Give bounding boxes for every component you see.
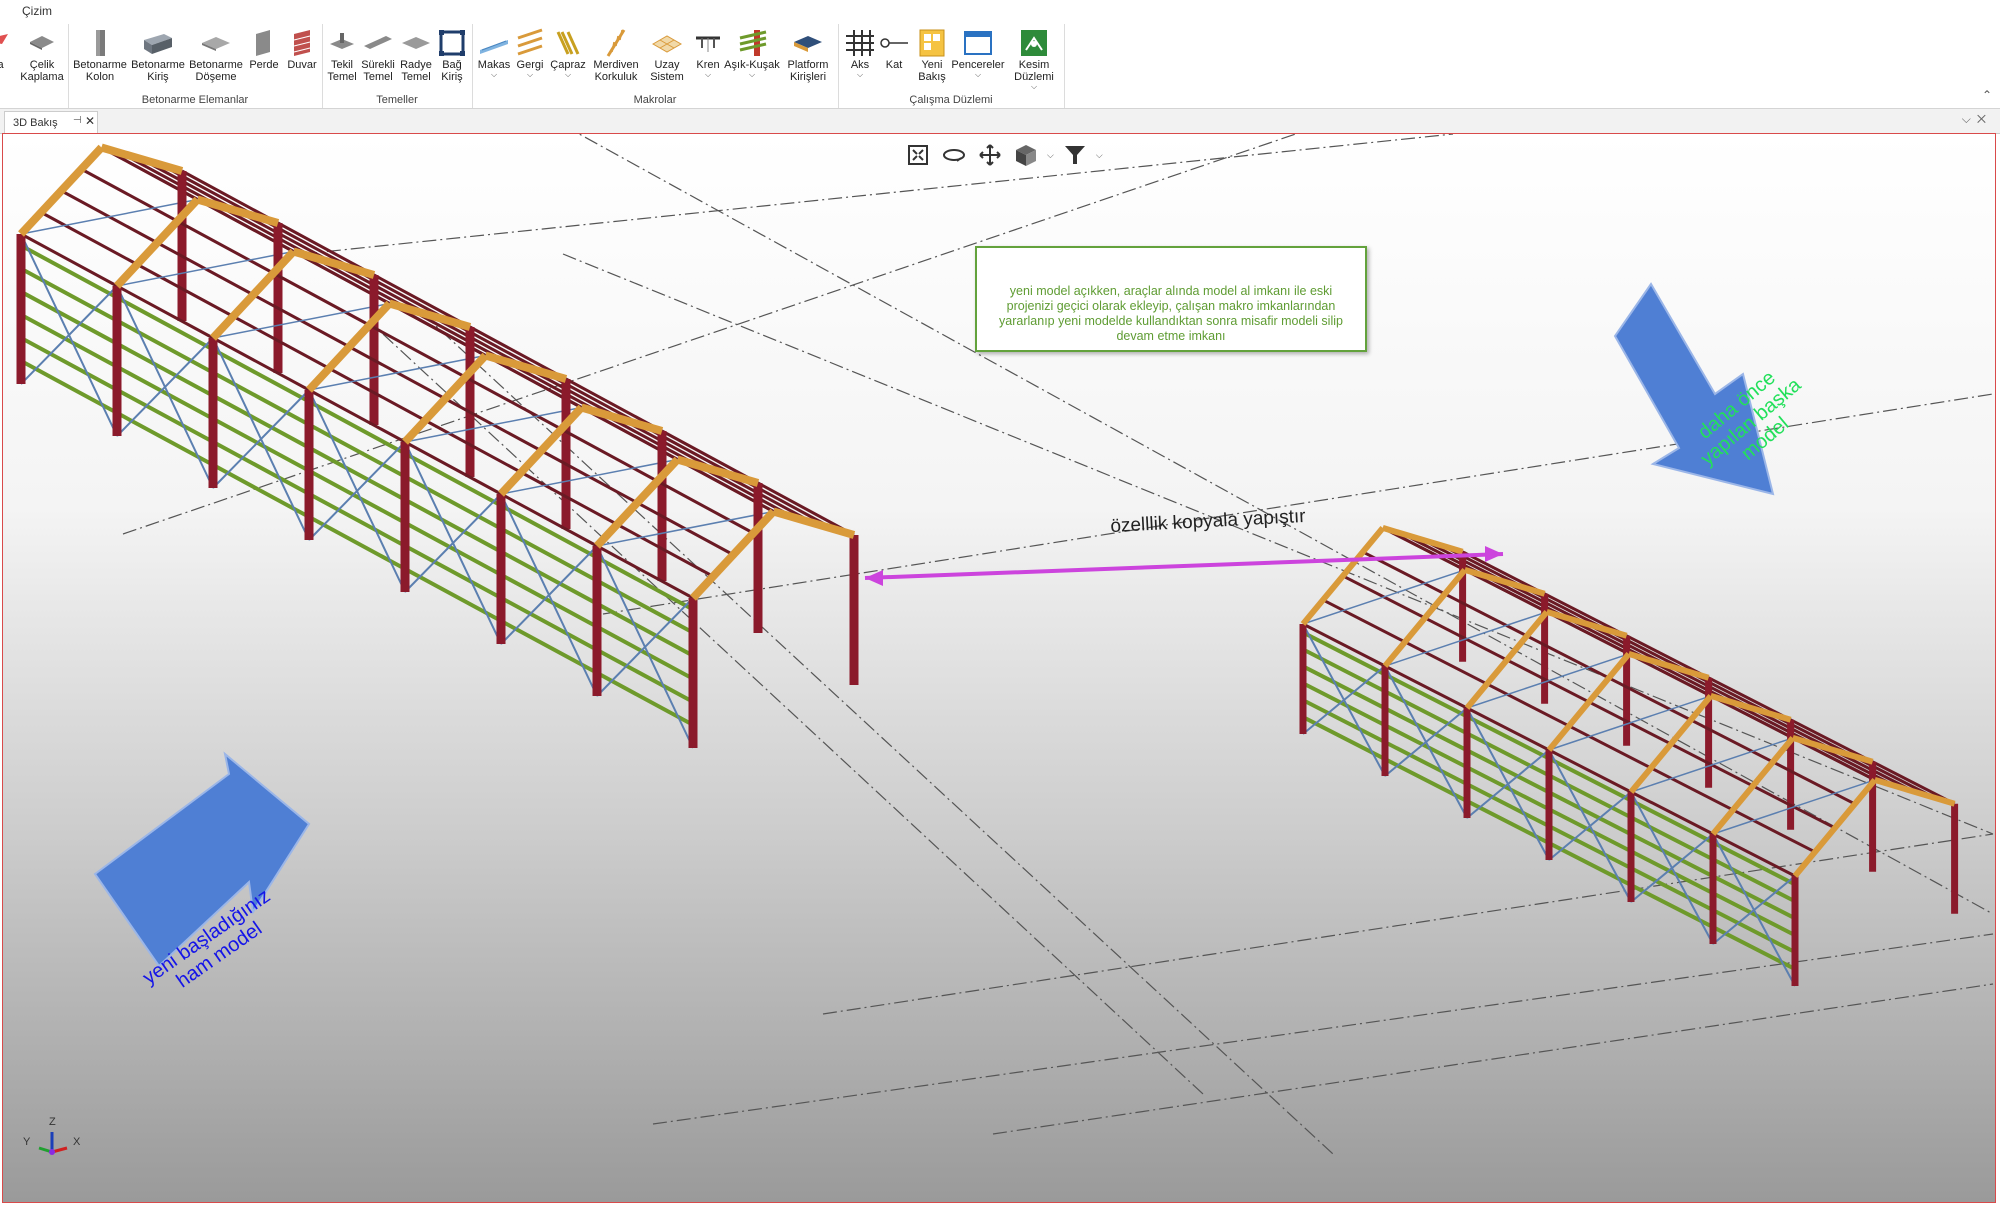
betonarme-kiris-button[interactable]: Betonarme Kiriş [130,26,186,83]
raft-icon [402,37,430,49]
space-frame-icon [651,35,683,53]
window-controls[interactable]: ⌵✕ [1962,112,1992,127]
chevron-down-icon: ⌵ [974,70,982,79]
strip-footing-icon [364,36,392,49]
uzay-sistem-button[interactable]: Uzay Sistem [642,26,692,83]
axis-triad-icon [38,1132,68,1155]
level-icon [880,38,908,48]
brick-wall-icon [293,30,311,56]
betonarme-kolon-button[interactable]: Betonarme Kolon [72,26,128,83]
kesim-duzlemi-button[interactable]: Kesim Düzlemi ⌵ [1006,26,1062,91]
merdiven-korkuluk-button[interactable]: Merdiven Korkuluk [586,26,646,83]
pencereler-button[interactable]: Pencereler ⌵ [950,26,1006,79]
pan-icon[interactable] [975,140,1005,170]
close-icon[interactable]: ✕ [85,114,95,128]
menu-bar: Çizim [0,0,2000,24]
tie-beam-icon [439,30,465,56]
concrete-column-icon [96,30,105,56]
view-toolbar: ⌵ ⌵ [903,140,1103,170]
axis-x-label: X [73,1136,81,1148]
ribbon-group-calisma-duzlemi: Aks ⌵ Kat Yeni Bakış Pencereler ⌵ Kesim … [838,24,1065,108]
platform-beam-icon [794,36,822,52]
capraz-button[interactable]: Çapraz ⌵ [546,26,590,79]
asik-kusak-button[interactable]: Aşık-Kuşak ⌵ [722,26,782,79]
ribbon-group-temeller: Tekil Temel Sürekli Temel Radye Temel Ba… [322,24,473,108]
chevron-down-icon: ⌵ [856,70,864,79]
bag-kiris-button[interactable]: Bağ Kiriş [432,26,472,83]
footing-icon [330,33,354,49]
railing-icon [606,29,626,57]
chevron-down-icon: ⌵ [748,70,756,79]
bracing-icon [556,31,580,55]
info-note-box: yeni model açıkken, araçlar alında model… [975,246,1367,352]
duvar-button[interactable]: Duvar [280,26,324,71]
section-plane-icon [1021,30,1047,56]
small-steel-frame-model [1299,525,1959,987]
new-view-icon [919,29,945,57]
chevron-down-icon[interactable]: ⌵ [1047,150,1054,161]
steel-cladding-icon [30,36,54,50]
filter-icon[interactable] [1060,140,1090,170]
annotations [93,282,1775,968]
crane-icon [696,36,720,52]
ribbon: ma Çelik Kaplama Betonarme Kolon Betonar… [0,24,2000,109]
pin-icon[interactable]: ⊣ [73,115,82,126]
tekil-temel-button[interactable]: Tekil Temel [322,26,362,83]
chevron-down-icon[interactable]: ⌵ [1096,150,1103,161]
axis-triad: Z Y X [21,1116,81,1166]
surekli-temel-button[interactable]: Sürekli Temel [358,26,398,83]
ribbon-group-steel: ma Çelik Kaplama [0,24,69,108]
platform-kirisleri-button[interactable]: Platform Kirişleri [778,26,838,83]
tie-rod-icon [517,28,543,56]
celik-kaplama-button[interactable]: Çelik Kaplama [14,26,70,83]
arrow-red-icon [0,34,8,44]
truss-icon [480,40,508,54]
chevron-down-icon: ⌵ [1030,82,1038,91]
purlin-icon [739,30,767,56]
slab-icon [202,37,230,51]
menu-tab-cizim[interactable]: Çizim [22,4,52,18]
shear-wall-icon [256,30,270,56]
chevron-down-icon: ⌵ [564,70,572,79]
ribbon-group-makrolar: Makas ⌵ Gergi ⌵ Çapraz ⌵ Merdiven Korkul… [472,24,839,108]
view-cube-icon[interactable] [1011,140,1041,170]
betonarme-doseme-button[interactable]: Betonarme Döşeme [188,26,244,83]
zoom-extents-icon[interactable] [903,140,933,170]
large-steel-frame-model [16,143,859,749]
document-tab-bar: 3D Bakış ⊣ ✕ ⌵✕ [0,109,2000,134]
viewport-3d[interactable]: ⌵ ⌵ yeni model açıkken, araçlar alında m… [2,133,1996,1203]
axis-z-label: Z [49,1116,56,1128]
collapse-ribbon-icon[interactable]: ⌃ [1982,88,1992,102]
yeni-bakis-button[interactable]: Yeni Bakış [910,26,954,83]
concrete-beam-icon [144,34,172,54]
orbit-icon[interactable] [939,140,969,170]
tab-3d-bakis[interactable]: 3D Bakış ⊣ ✕ [4,111,98,133]
windows-icon [964,31,992,55]
radye-temel-button[interactable]: Radye Temel [396,26,436,83]
ribbon-group-betonarme: Betonarme Kolon Betonarme Kiriş Betonarm… [68,24,323,108]
axis-y-label: Y [23,1136,31,1148]
